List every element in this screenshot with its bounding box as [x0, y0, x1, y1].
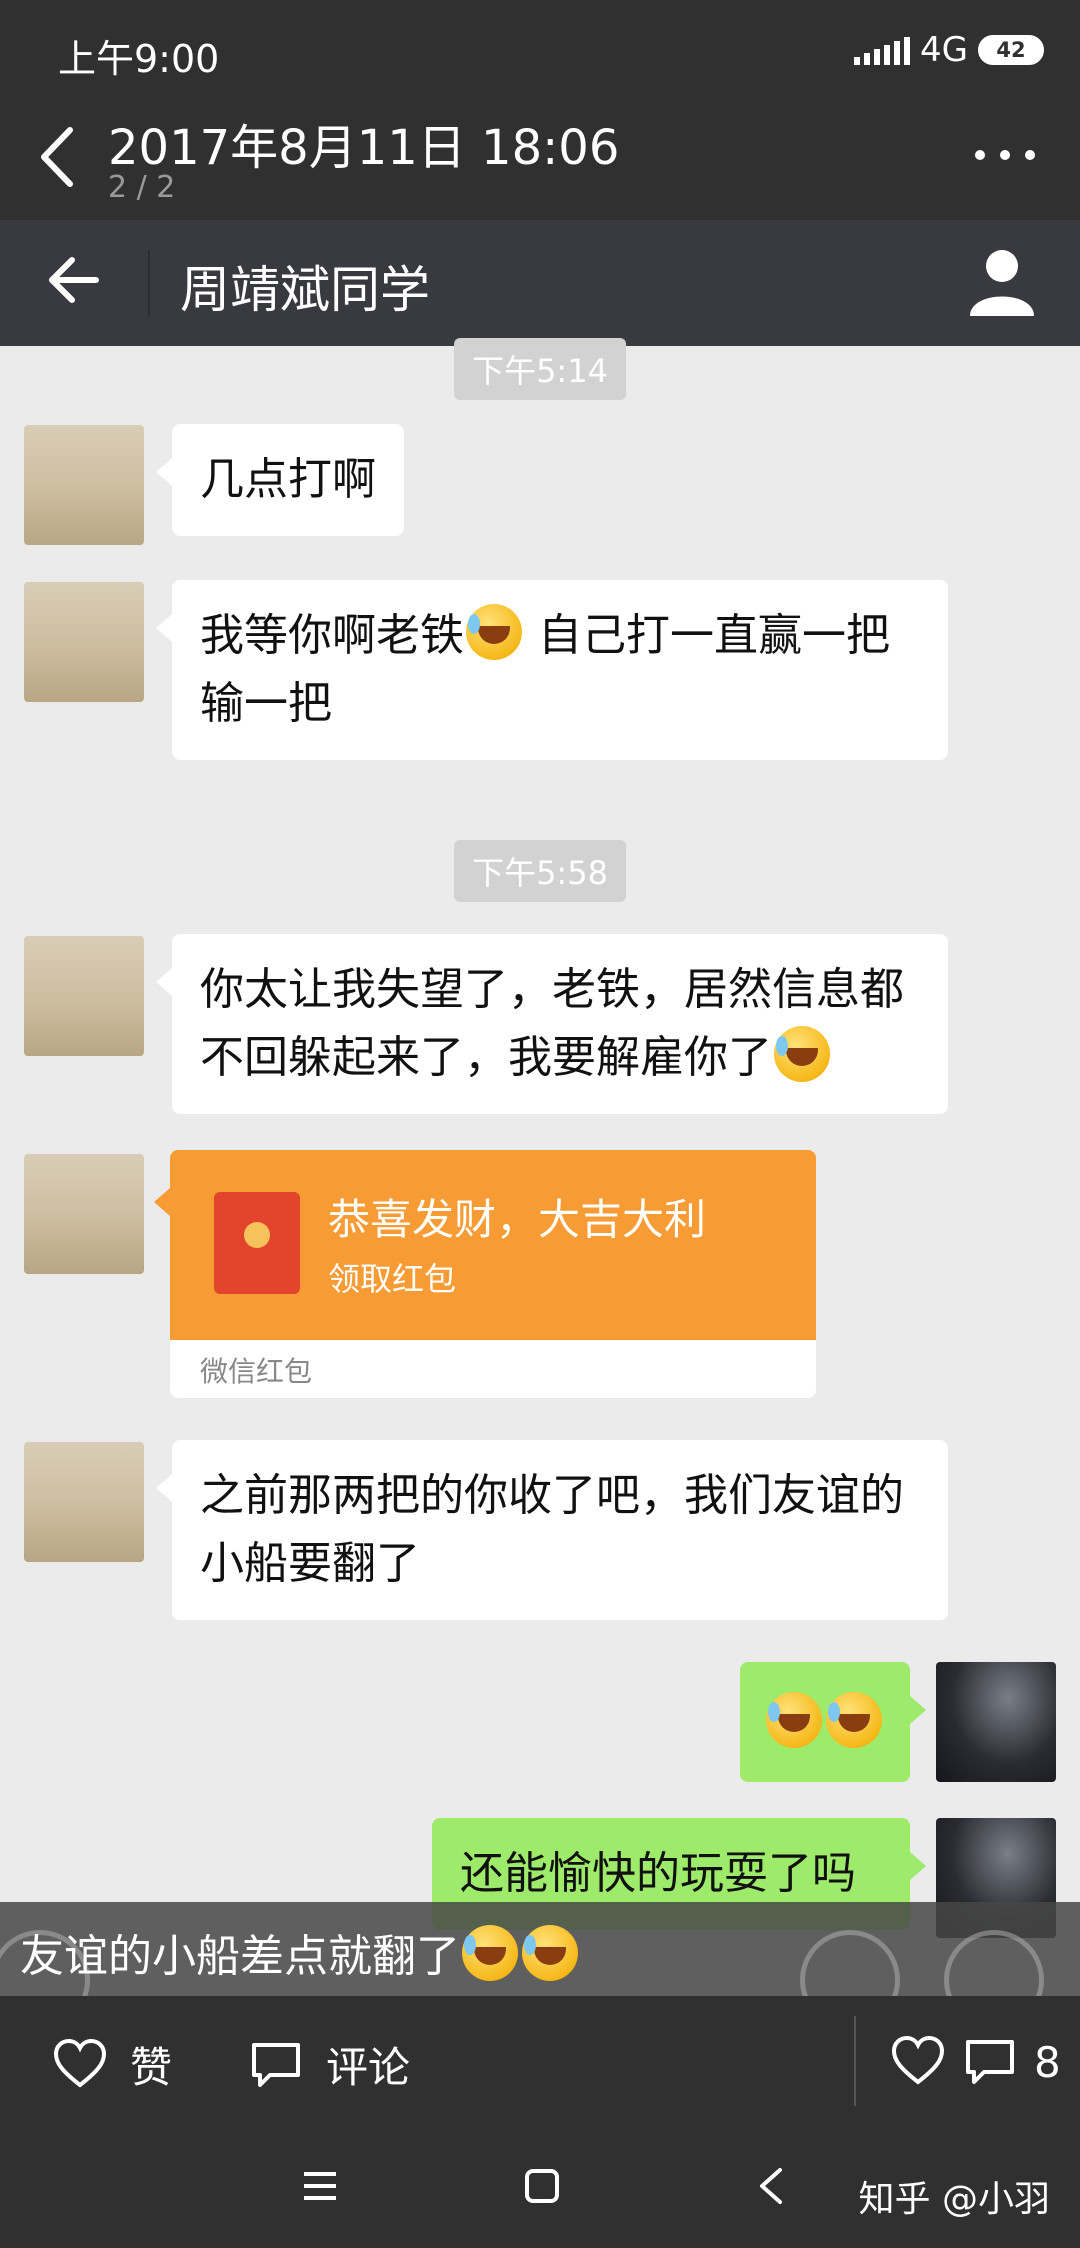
red-packet-card[interactable]: 恭喜发财，大吉大利 领取红包 微信红包 [170, 1150, 816, 1398]
chevron-left-icon[interactable] [32, 122, 82, 192]
chat-header: 周靖斌同学 [0, 220, 1080, 346]
action-divider [854, 2016, 856, 2106]
status-bar: 上午9:00 4G 42 [0, 0, 1080, 100]
status-indicators: 4G 42 [854, 30, 1044, 70]
more-dots-icon[interactable] [970, 140, 1040, 170]
red-packet-action: 领取红包 [328, 1260, 457, 1298]
red-envelope-icon [214, 1192, 300, 1294]
comment-button[interactable]: 评论 [248, 2034, 410, 2095]
emoji-picker-icon [800, 1930, 900, 1996]
comment-icon [966, 2040, 1014, 2084]
chat-title: 周靖斌同学 [180, 261, 430, 319]
plus-icon [944, 1930, 1044, 1996]
like-label: 赞 [130, 2043, 173, 2092]
action-bar: 赞 评论 8 [0, 1996, 1080, 2126]
packet-tail [154, 1188, 170, 1216]
network-label: 4G [920, 30, 968, 70]
chat-screenshot: 周靖斌同学 下午5:14 几点打啊 我等你啊老铁 自己打一直赢一把输一把 下午5… [0, 220, 1080, 1996]
contact-avatar[interactable] [24, 582, 144, 702]
message-bubble: 你太让我失望了，老铁，居然信息都不回躲起来了，我要解雇你了 [156, 934, 948, 1114]
message-bubble-outgoing [740, 1662, 926, 1782]
message-text: 几点打啊 [200, 454, 376, 505]
status-time: 上午9:00 [58, 37, 220, 81]
laugh-cry-emoji [766, 1692, 822, 1748]
contact-avatar[interactable] [24, 936, 144, 1056]
signal-icon [854, 35, 911, 65]
message-bubble: 我等你啊老铁 自己打一直赢一把输一把 [156, 580, 948, 760]
viewer-title: 2017年8月11日 18:06 [108, 120, 620, 176]
page-counter: 2 / 2 [108, 170, 176, 205]
heart-icon [53, 2038, 107, 2088]
message-text: 我等你啊老铁 [200, 610, 464, 661]
caption-overlay: 友谊的小船差点就翻了 [0, 1902, 1080, 1996]
timestamp-chip: 下午5:58 [454, 840, 626, 902]
message-bubble: 之前那两把的你收了吧，我们友谊的小船要翻了 [156, 1440, 948, 1620]
message-text: 还能愉快的玩耍了吗 [460, 1848, 856, 1899]
contact-avatar[interactable] [24, 1154, 144, 1274]
message-bubble: 几点打啊 [156, 424, 404, 536]
laugh-cry-emoji [522, 1925, 578, 1981]
timestamp-chip: 下午5:14 [454, 338, 626, 400]
message-text: 之前那两把的你收了吧，我们友谊的小船要翻了 [200, 1470, 904, 1589]
home-icon[interactable] [520, 2164, 564, 2208]
viewer-toolbar: 2017年8月11日 18:06 2 / 2 [0, 100, 1080, 220]
battery-icon: 42 [978, 35, 1044, 65]
menu-icon[interactable] [298, 2164, 342, 2208]
header-divider [148, 250, 150, 316]
arrow-left-icon[interactable] [44, 250, 104, 310]
stats-group[interactable]: 8 [890, 2034, 1061, 2090]
laugh-cry-emoji [826, 1692, 882, 1748]
comment-icon [252, 2042, 300, 2087]
user-profile-icon[interactable] [962, 242, 1042, 322]
laugh-cry-emoji [462, 1925, 518, 1981]
like-button[interactable]: 赞 [52, 2034, 172, 2095]
red-packet-title: 恭喜发财，大吉大利 [328, 1195, 707, 1244]
caption-text: 友谊的小船差点就翻了 [20, 1920, 580, 1984]
contact-avatar[interactable] [24, 1442, 144, 1562]
back-icon[interactable] [750, 2164, 794, 2208]
comment-label: 评论 [326, 2043, 411, 2092]
comment-count: 8 [1034, 2037, 1061, 2087]
watermark: 知乎 @小羽 [858, 2179, 1050, 2220]
heart-icon [891, 2035, 945, 2085]
red-packet-label: 微信红包 [200, 1355, 313, 1388]
my-avatar[interactable] [936, 1662, 1056, 1782]
navigation-bar: 知乎 @小羽 [0, 2126, 1080, 2248]
laugh-cry-emoji [774, 1026, 830, 1082]
contact-avatar[interactable] [24, 425, 144, 545]
laugh-cry-emoji [466, 604, 522, 660]
